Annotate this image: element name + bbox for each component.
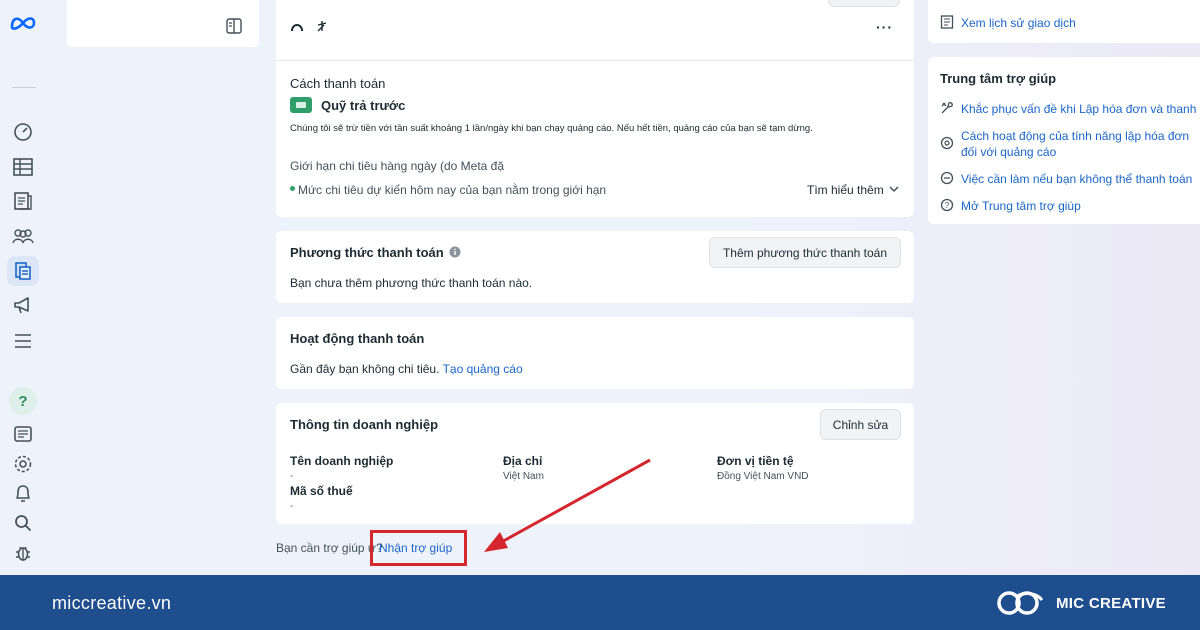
- news-icon[interactable]: [12, 423, 34, 445]
- bug-icon[interactable]: [12, 542, 34, 564]
- cycle-icon: [940, 136, 954, 150]
- meta-logo[interactable]: [10, 14, 36, 32]
- footer-brand-name: MIC CREATIVE: [1056, 595, 1166, 612]
- help-link-how-billing-works[interactable]: Cách hoạt động của tính năng lập hóa đơn…: [961, 128, 1199, 160]
- footer-banner: miccreative.vn MIC CREATIVE: [0, 575, 1200, 630]
- footer-site-url: miccreative.vn: [52, 593, 172, 613]
- payment-activity-card: Hoạt động thanh toán Gần đây bạn không c…: [276, 317, 914, 389]
- add-payment-method-button[interactable]: Thêm phương thức thanh toán: [709, 237, 901, 268]
- payment-methods-card: Phương thức thanh toán Thêm phương thức …: [276, 231, 914, 303]
- business-info-title: Thông tin doanh nghiệp: [290, 417, 439, 432]
- help-center-title: Trung tâm trợ giúp: [940, 71, 1057, 86]
- annotation-highlight-box: [370, 530, 467, 566]
- field-label-tax-id: Mã số thuế: [290, 484, 353, 498]
- dashboard-icon[interactable]: [12, 121, 34, 143]
- search-icon[interactable]: [12, 512, 34, 534]
- transaction-history-card: Xem lịch sử giao dịch: [928, 0, 1200, 43]
- prepaid-description: Chúng tôi sẽ trừ tiền với tần suất khoản…: [290, 123, 813, 134]
- annotation-arrow-icon: [484, 458, 651, 552]
- loading-glyph-icon: [291, 21, 327, 32]
- megaphone-icon[interactable]: [12, 294, 34, 316]
- field-label-business-name: Tên doanh nghiệp: [290, 454, 394, 468]
- payment-how-heading: Cách thanh toán: [290, 76, 386, 91]
- pages-icon[interactable]: [12, 190, 34, 212]
- rail-divider: [12, 87, 36, 88]
- help-icon[interactable]: ?: [9, 387, 37, 415]
- learn-more-link[interactable]: Tìm hiểu thêm: [807, 183, 884, 197]
- no-spend-text: Gần đây bạn không chi tiêu.: [290, 362, 440, 376]
- create-ad-link[interactable]: Tạo quảng cáo: [443, 362, 523, 376]
- svg-text:?: ?: [945, 201, 950, 210]
- payment-activity-title: Hoạt động thanh toán: [290, 331, 425, 346]
- divider: [276, 60, 914, 61]
- help-link-troubleshoot[interactable]: Khắc phục vấn đề khi Lập hóa đơn và than…: [961, 101, 1199, 117]
- field-value-tax-id: -: [290, 501, 294, 512]
- help-link-cannot-pay[interactable]: Việc cần làm nếu bạn không thể thanh toá…: [961, 171, 1192, 187]
- menu-icon[interactable]: [12, 330, 34, 352]
- help-link-open-help-center[interactable]: Mở Trung tâm trợ giúp: [961, 198, 1081, 214]
- chevron-down-icon[interactable]: [889, 186, 899, 193]
- wrench-icon: [941, 102, 953, 114]
- panel-toggle-icon[interactable]: [226, 18, 242, 34]
- left-nav-rail: ?: [0, 0, 48, 575]
- field-label-currency: Đơn vị tiền tệ: [717, 454, 794, 468]
- mic-creative-logo: [997, 591, 1044, 615]
- question-circle-icon: ?: [940, 198, 954, 212]
- transaction-history-link[interactable]: Xem lịch sử giao dịch: [961, 15, 1076, 31]
- no-payment-methods-text: Bạn chưa thêm phương thức thanh toán nào…: [290, 276, 533, 290]
- activity-row: Gần đây bạn không chi tiêu. Tạo quảng cá…: [290, 362, 523, 376]
- minus-circle-icon: [940, 171, 954, 185]
- payment-setup-card: ··· Cách thanh toán Quỹ trả trước Chúng …: [276, 0, 914, 217]
- more-options-icon[interactable]: ···: [876, 19, 893, 35]
- bell-icon[interactable]: [12, 483, 34, 505]
- settings-icon[interactable]: [12, 453, 34, 475]
- status-dot: [290, 186, 295, 191]
- spend-status-text: Mức chi tiêu dự kiến hôm nay của bạn nằm…: [298, 183, 607, 197]
- wallet-icon: [290, 97, 312, 113]
- receipt-icon: [940, 15, 954, 29]
- edit-button[interactable]: Chỉnh sửa: [820, 409, 901, 440]
- audience-icon[interactable]: [12, 225, 34, 247]
- prepaid-funds-label: Quỹ trả trước: [321, 98, 406, 113]
- payment-methods-title: Phương thức thanh toán: [290, 245, 444, 260]
- top-button[interactable]: [828, 0, 900, 7]
- help-center-card: Trung tâm trợ giúp Khắc phục vấn đề khi …: [928, 57, 1200, 224]
- billing-icon[interactable]: [7, 256, 39, 286]
- info-icon[interactable]: [449, 246, 461, 258]
- field-value-business-name: -: [290, 471, 294, 482]
- field-value-currency: Đồng Việt Nam VND: [717, 471, 809, 482]
- table-icon[interactable]: [12, 156, 34, 178]
- left-panel-card: [67, 0, 259, 47]
- help-prompt-text: Bạn cần trợ giúp ư?: [276, 541, 383, 555]
- daily-limit-label: Giới hạn chi tiêu hàng ngày (do Meta đặ: [290, 159, 505, 173]
